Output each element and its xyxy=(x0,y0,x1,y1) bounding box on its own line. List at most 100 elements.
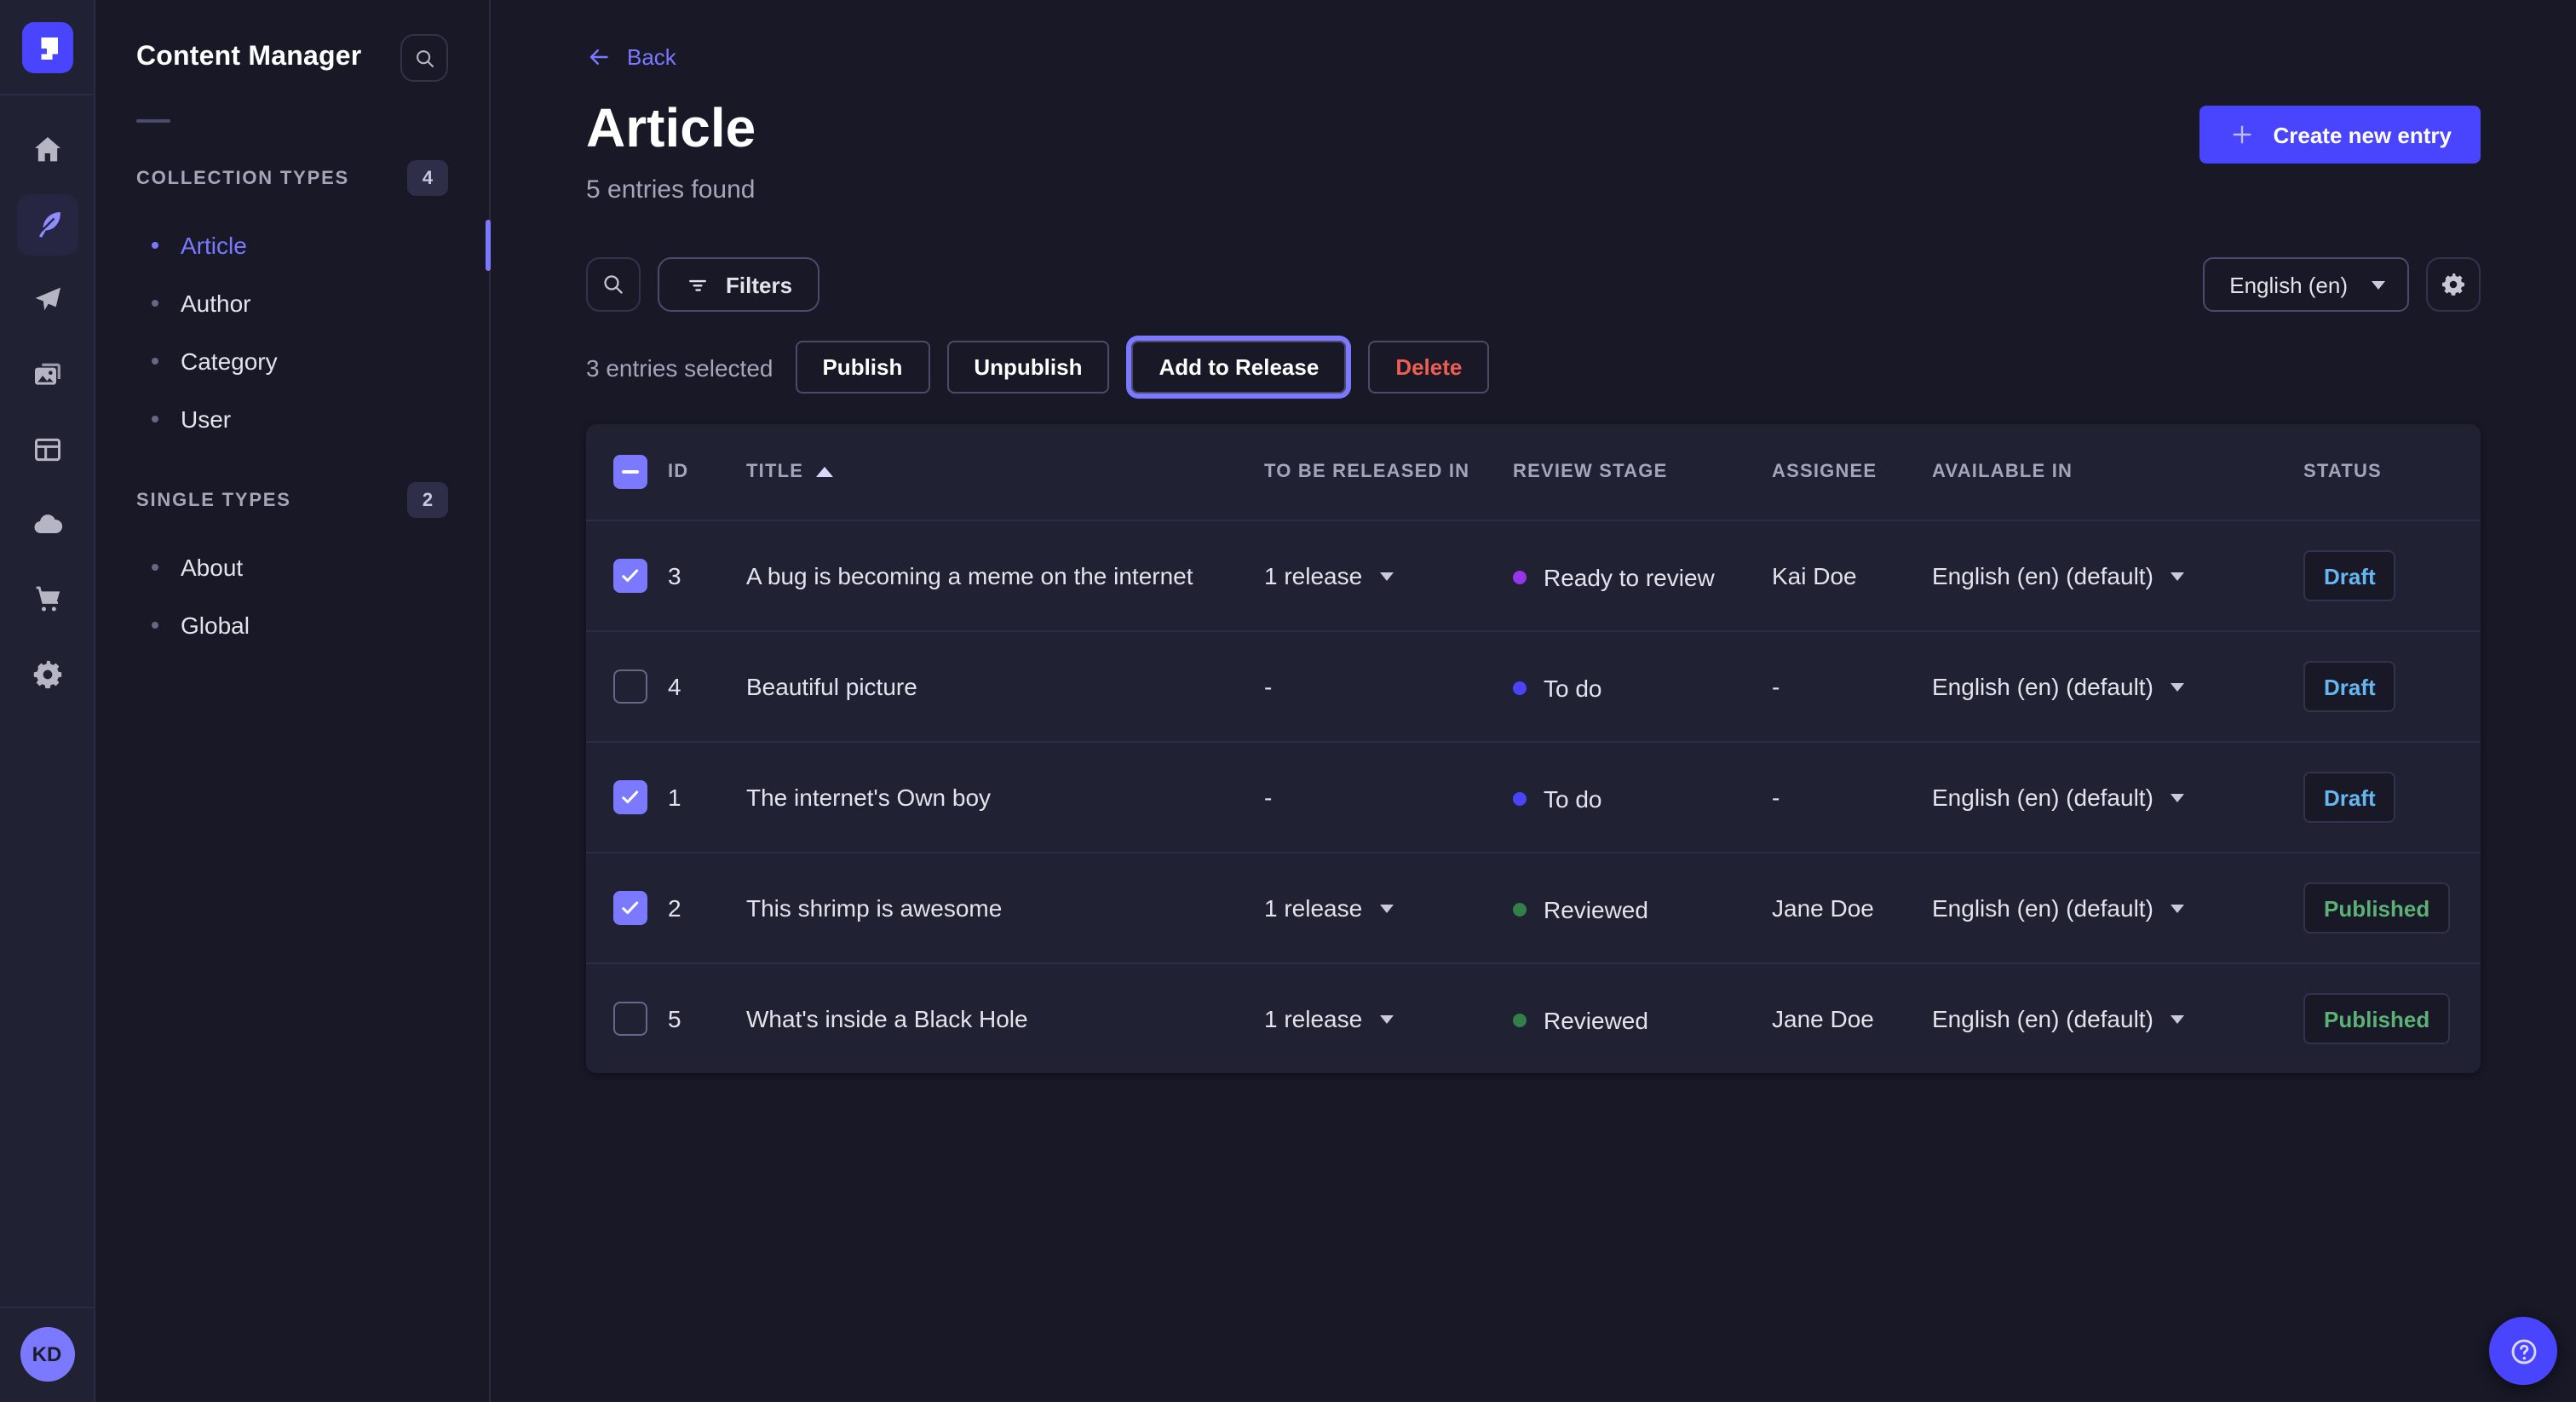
title-row: Article 5 entries found Create new entry xyxy=(586,97,2481,204)
cloud-icon[interactable] xyxy=(16,494,78,555)
locale-caret-icon xyxy=(2171,904,2184,912)
nav-item-label: About xyxy=(181,554,243,581)
locale-caret-icon xyxy=(2171,1014,2184,1023)
cell-available-in: English (en) (default) xyxy=(1932,562,2303,589)
icon-rail: KD xyxy=(0,0,95,1402)
content-manager-feather-icon[interactable] xyxy=(16,194,78,256)
cell-assignee: Jane Doe xyxy=(1772,1005,1932,1032)
status-badge: Published xyxy=(2303,993,2450,1044)
release-value: 1 release xyxy=(1264,562,1362,589)
status-badge: Published xyxy=(2303,882,2450,934)
release-trigger[interactable]: 1 release xyxy=(1264,894,1393,922)
locale-trigger[interactable]: English (en) (default) xyxy=(1932,562,2184,589)
locale-select[interactable]: English (en) xyxy=(2202,257,2409,312)
back-label: Back xyxy=(627,44,676,70)
publish-button[interactable]: Publish xyxy=(795,341,929,394)
selection-count-label: 3 entries selected xyxy=(586,353,773,381)
cell-review-stage: To do xyxy=(1513,783,1772,812)
help-button[interactable] xyxy=(2489,1317,2557,1385)
list-settings-gear-button[interactable] xyxy=(2426,257,2481,312)
locale-trigger[interactable]: English (en) (default) xyxy=(1932,784,2184,811)
table-row[interactable]: 1 The internet's Own boy - To do - Engli… xyxy=(586,741,2481,852)
section-items: About Global xyxy=(95,528,489,658)
selection-bar: 3 entries selected Publish Unpublish Add… xyxy=(586,341,2481,394)
row-checkbox[interactable] xyxy=(613,669,647,704)
header-title[interactable]: TITLE xyxy=(746,462,1264,482)
review-stage-value: To do xyxy=(1544,784,1602,812)
header-review-stage: REVIEW STAGE xyxy=(1513,462,1772,482)
section-label: COLLECTION TYPES xyxy=(136,168,349,188)
strapi-logo[interactable] xyxy=(21,21,72,72)
review-stage-dot xyxy=(1513,570,1527,583)
cell-review-stage: Ready to review xyxy=(1513,561,1772,590)
releases-paper-plane-icon[interactable] xyxy=(16,269,78,330)
cell-available-in: English (en) (default) xyxy=(1932,1005,2303,1032)
cell-release: - xyxy=(1264,673,1513,700)
table-body: 3 A bug is becoming a meme on the intern… xyxy=(586,520,2481,1073)
section-label: SINGLE TYPES xyxy=(136,490,291,510)
entries-count: 5 entries found xyxy=(586,175,756,204)
sidebar-nav-item[interactable]: About xyxy=(95,538,489,596)
cell-available-in: English (en) (default) xyxy=(1932,894,2303,922)
sidebar-nav-item[interactable]: Category xyxy=(95,332,489,390)
nav-item-label: Article xyxy=(181,232,247,259)
home-icon[interactable] xyxy=(16,119,78,181)
cell-title: The internet's Own boy xyxy=(746,784,1264,811)
release-trigger[interactable]: - xyxy=(1264,784,1272,811)
locale-trigger[interactable]: English (en) (default) xyxy=(1932,1005,2184,1032)
release-value: 1 release xyxy=(1264,894,1362,922)
release-trigger[interactable]: 1 release xyxy=(1264,562,1393,589)
table-header-row: ID TITLE TO BE RELEASED IN REVIEW STAGE … xyxy=(586,424,2481,520)
release-trigger[interactable]: 1 release xyxy=(1264,1005,1393,1032)
cell-assignee: - xyxy=(1772,673,1932,700)
sidebar-nav-item[interactable]: Article xyxy=(95,216,489,274)
arrow-left-icon xyxy=(586,44,612,70)
create-new-entry-button[interactable]: Create new entry xyxy=(2199,106,2481,164)
table-row[interactable]: 3 A bug is becoming a meme on the intern… xyxy=(586,520,2481,630)
add-to-release-button[interactable]: Add to Release xyxy=(1131,341,1346,394)
content-type-builder-icon[interactable] xyxy=(16,419,78,480)
back-link[interactable]: Back xyxy=(586,44,676,70)
list-search-button[interactable] xyxy=(586,257,641,312)
section-items: Article Author Category User xyxy=(95,206,489,451)
row-checkbox[interactable] xyxy=(613,559,647,593)
nav-item-label: Author xyxy=(181,290,251,317)
cell-review-stage: Reviewed xyxy=(1513,893,1772,922)
content-manager-sidebar: Content Manager COLLECTION TYPES 4 Artic… xyxy=(95,0,491,1402)
cell-title: What's inside a Black Hole xyxy=(746,1005,1264,1032)
locale-trigger[interactable]: English (en) (default) xyxy=(1932,894,2184,922)
cell-title: Beautiful picture xyxy=(746,673,1264,700)
media-library-icon[interactable] xyxy=(16,344,78,405)
release-trigger[interactable]: - xyxy=(1264,673,1272,700)
sidebar-nav-item[interactable]: Author xyxy=(95,274,489,332)
locale-trigger[interactable]: English (en) (default) xyxy=(1932,673,2184,700)
cell-title: This shrimp is awesome xyxy=(746,894,1264,922)
sidebar-nav-item[interactable]: Global xyxy=(95,596,489,654)
delete-button[interactable]: Delete xyxy=(1368,341,1489,394)
page-title: Article xyxy=(586,97,756,160)
row-checkbox[interactable] xyxy=(613,780,647,814)
locale-caret-icon xyxy=(2171,793,2184,802)
avatar[interactable]: KD xyxy=(20,1327,74,1382)
settings-gear-icon[interactable] xyxy=(16,644,78,705)
unpublish-button[interactable]: Unpublish xyxy=(946,341,1109,394)
marketplace-cart-icon[interactable] xyxy=(16,569,78,630)
cell-review-stage: To do xyxy=(1513,672,1772,701)
sidebar-title: Content Manager xyxy=(136,43,361,73)
sidebar-nav-item[interactable]: User xyxy=(95,390,489,448)
sidebar-sections: COLLECTION TYPES 4 Article Author Catego… xyxy=(95,150,489,658)
row-checkbox[interactable] xyxy=(613,891,647,925)
filters-button[interactable]: Filters xyxy=(658,257,819,312)
table-row[interactable]: 4 Beautiful picture - To do - English (e… xyxy=(586,630,2481,741)
table-row[interactable]: 2 This shrimp is awesome 1 release Revie… xyxy=(586,852,2481,962)
review-stage-dot xyxy=(1513,902,1527,916)
table-row[interactable]: 5 What's inside a Black Hole 1 release R… xyxy=(586,962,2481,1073)
available-in-value: English (en) (default) xyxy=(1932,1005,2153,1032)
logo-section xyxy=(0,0,94,95)
select-all-checkbox[interactable] xyxy=(613,455,647,489)
cell-id: 3 xyxy=(668,562,746,589)
chevron-down-icon xyxy=(2372,280,2385,289)
section-head: SINGLE TYPES 2 xyxy=(95,472,489,528)
row-checkbox[interactable] xyxy=(613,1002,647,1036)
sidebar-search-button[interactable] xyxy=(400,34,448,82)
